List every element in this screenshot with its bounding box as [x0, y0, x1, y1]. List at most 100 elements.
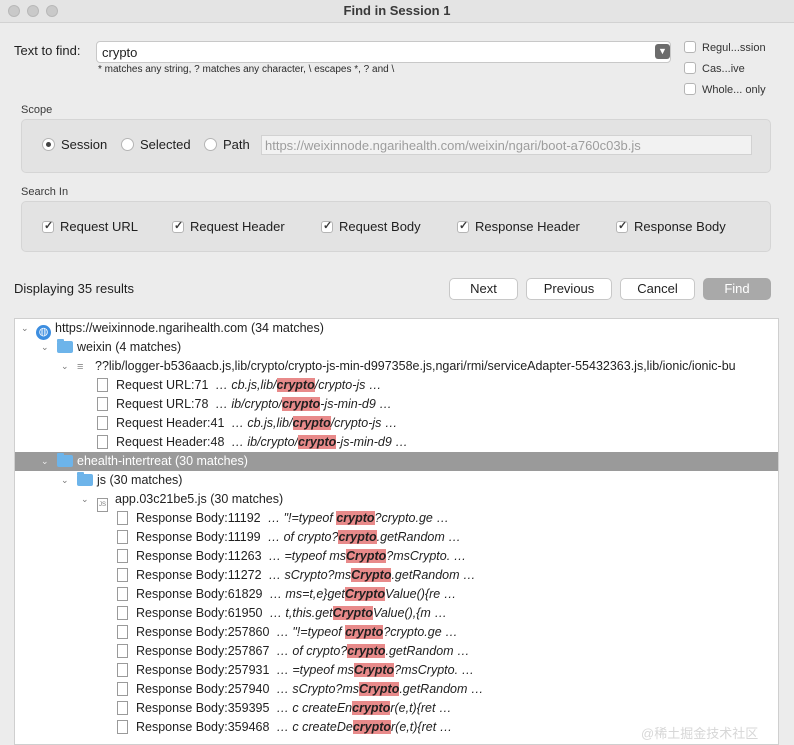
context-text: … =typeof ms: [276, 663, 354, 677]
result-row[interactable]: Response Body:11272 … sCrypto?msCrypto.g…: [15, 566, 778, 585]
result-row[interactable]: Response Body:257940 … sCrypto?msCrypto.…: [15, 680, 778, 699]
document-icon: [97, 378, 108, 392]
previous-button[interactable]: Previous: [526, 278, 612, 300]
context-text: Value(){re …: [385, 587, 457, 601]
result-context: … cb.js,lib/crypto/crypto-js …: [215, 378, 381, 392]
case-sensitive-checkbox[interactable]: [684, 62, 696, 74]
path-field[interactable]: https://weixinnode.ngarihealth.com/weixi…: [261, 135, 752, 155]
disclosure-open-icon[interactable]: ⌄: [21, 319, 31, 338]
document-icon: [97, 435, 108, 449]
match-highlight: Crypto: [332, 606, 373, 620]
result-context: … sCrypto?msCrypto.getRandom …: [269, 568, 476, 582]
request-url-checkbox[interactable]: [42, 219, 54, 233]
request-body-label: Request Body: [339, 219, 421, 234]
option-regex[interactable]: Regul...ssion: [684, 41, 766, 54]
cancel-button[interactable]: Cancel: [620, 278, 695, 300]
result-location: Response Body:11192: [136, 511, 261, 525]
result-row[interactable]: Request URL:71 … cb.js,lib/crypto/crypto…: [15, 376, 778, 395]
search-request-header[interactable]: Request Header: [172, 219, 285, 234]
disclosure-open-icon[interactable]: ⌄: [61, 471, 71, 490]
result-row[interactable]: Response Body:61950 … t,this.getCryptoVa…: [15, 604, 778, 623]
chevron-down-icon: ▼: [658, 46, 667, 56]
tree-node-ehealth[interactable]: ⌄ ehealth-intertreat (30 matches): [15, 452, 778, 471]
tree-node-label: weixin (4 matches): [77, 340, 182, 354]
request-body-checkbox[interactable]: [321, 219, 333, 233]
result-row[interactable]: Request Header:48 … ib/crypto/crypto-js-…: [15, 433, 778, 452]
match-highlight: Crypto: [344, 587, 386, 601]
result-row[interactable]: Response Body:359395 … c createEncryptor…: [15, 699, 778, 718]
search-request-body[interactable]: Request Body: [321, 219, 421, 234]
tree-node-label: app.03c21be5.js (30 matches): [115, 492, 284, 506]
next-button[interactable]: Next: [449, 278, 518, 300]
tree-node-app-js[interactable]: ⌄ JS app.03c21be5.js (30 matches): [15, 490, 778, 512]
find-hint: * matches any string, ? matches any char…: [98, 64, 395, 75]
response-header-label: Response Header: [475, 219, 580, 234]
response-header-checkbox[interactable]: [457, 219, 469, 233]
scope-path[interactable]: Path: [204, 137, 250, 152]
result-location: Response Body:11263: [136, 549, 262, 563]
tree-node-file-list[interactable]: ⌄ ≡ ??lib/logger-b536aacb.js,lib/crypto/c…: [15, 357, 778, 376]
result-location: Response Body:257867: [136, 644, 270, 658]
match-highlight: crypto: [345, 625, 384, 639]
result-row[interactable]: Response Body:257867 … of crypto?crypto.…: [15, 642, 778, 661]
context-text: r(e,t){ret …: [390, 701, 452, 715]
context-text: … of crypto?: [267, 530, 339, 544]
scope-selected-radio[interactable]: [121, 138, 134, 151]
context-text: ?crypto.ge …: [374, 511, 449, 525]
result-row[interactable]: Request URL:78 … ib/crypto/crypto-js-min…: [15, 395, 778, 414]
scope-selected[interactable]: Selected: [121, 137, 191, 152]
tree-node-js[interactable]: ⌄ js (30 matches): [15, 471, 778, 490]
scope-path-radio[interactable]: [204, 138, 217, 151]
document-icon: [117, 530, 128, 544]
result-row[interactable]: Response Body:61829 … ms=t,e}getCryptoVa…: [15, 585, 778, 604]
result-location: Response Body:257860: [136, 625, 270, 639]
response-body-label: Response Body: [634, 219, 726, 234]
context-text: .getRandom …: [385, 644, 470, 658]
option-whole-word[interactable]: Whole... only: [684, 83, 766, 96]
result-location: Response Body:11199: [136, 530, 261, 544]
match-highlight: crypto: [352, 701, 391, 715]
find-history-dropdown[interactable]: ▼: [655, 44, 670, 59]
search-response-header[interactable]: Response Header: [457, 219, 580, 234]
result-location: Request Header:41: [116, 416, 225, 430]
context-text: -js-min-d9 …: [320, 397, 392, 411]
request-header-checkbox[interactable]: [172, 219, 184, 233]
search-response-body[interactable]: Response Body: [616, 219, 726, 234]
result-row[interactable]: Response Body:257860 … "!=typeof crypto?…: [15, 623, 778, 642]
search-request-url[interactable]: Request URL: [42, 219, 138, 234]
result-row[interactable]: Response Body:257931 … =typeof msCrypto?…: [15, 661, 778, 680]
result-location: Response Body:61829: [136, 587, 263, 601]
context-text: … =typeof ms: [268, 549, 346, 563]
document-icon: [117, 720, 128, 734]
tree-node-weixin[interactable]: ⌄ weixin (4 matches): [15, 338, 778, 357]
result-row[interactable]: Response Body:11192 … "!=typeof crypto?c…: [15, 509, 778, 528]
disclosure-open-icon[interactable]: ⌄: [81, 490, 91, 509]
results-tree[interactable]: ⌄ ◍ https://weixinnode.ngarihealth.com (3…: [14, 318, 779, 745]
find-label: Text to find:: [14, 43, 81, 58]
tree-node-host[interactable]: ⌄ ◍ https://weixinnode.ngarihealth.com (3…: [15, 319, 778, 340]
result-context: … sCrypto?msCrypto.getRandom …: [276, 682, 483, 696]
result-row[interactable]: Request Header:41 … cb.js,lib/crypto/cry…: [15, 414, 778, 433]
scope-session[interactable]: Session: [42, 137, 107, 152]
result-context: … =typeof msCrypto?msCrypto. …: [268, 549, 466, 563]
disclosure-open-icon[interactable]: ⌄: [61, 357, 71, 376]
result-context: … c createEncryptor(e,t){ret …: [276, 701, 451, 715]
response-body-checkbox[interactable]: [616, 219, 628, 233]
context-text: … cb.js,lib/: [231, 416, 293, 430]
document-icon: [117, 587, 128, 601]
option-case-sensitive[interactable]: Cas...ive: [684, 62, 745, 75]
scope-session-radio[interactable]: [42, 138, 55, 151]
result-row[interactable]: Response Body:11263 … =typeof msCrypto?m…: [15, 547, 778, 566]
find-input[interactable]: crypto: [96, 41, 671, 63]
scope-label: Scope: [21, 104, 53, 116]
disclosure-open-icon[interactable]: ⌄: [41, 452, 51, 471]
document-icon: [97, 416, 108, 430]
tree-node-label: ehealth-intertreat (30 matches): [77, 454, 248, 468]
whole-word-checkbox[interactable]: [684, 83, 696, 95]
find-button[interactable]: Find: [703, 278, 771, 300]
context-text: .getRandom …: [391, 568, 476, 582]
result-row[interactable]: Response Body:11199 … of crypto?crypto.g…: [15, 528, 778, 547]
disclosure-open-icon[interactable]: ⌄: [41, 338, 51, 357]
regex-checkbox[interactable]: [684, 41, 696, 53]
result-location: Response Body:11272: [136, 568, 262, 582]
